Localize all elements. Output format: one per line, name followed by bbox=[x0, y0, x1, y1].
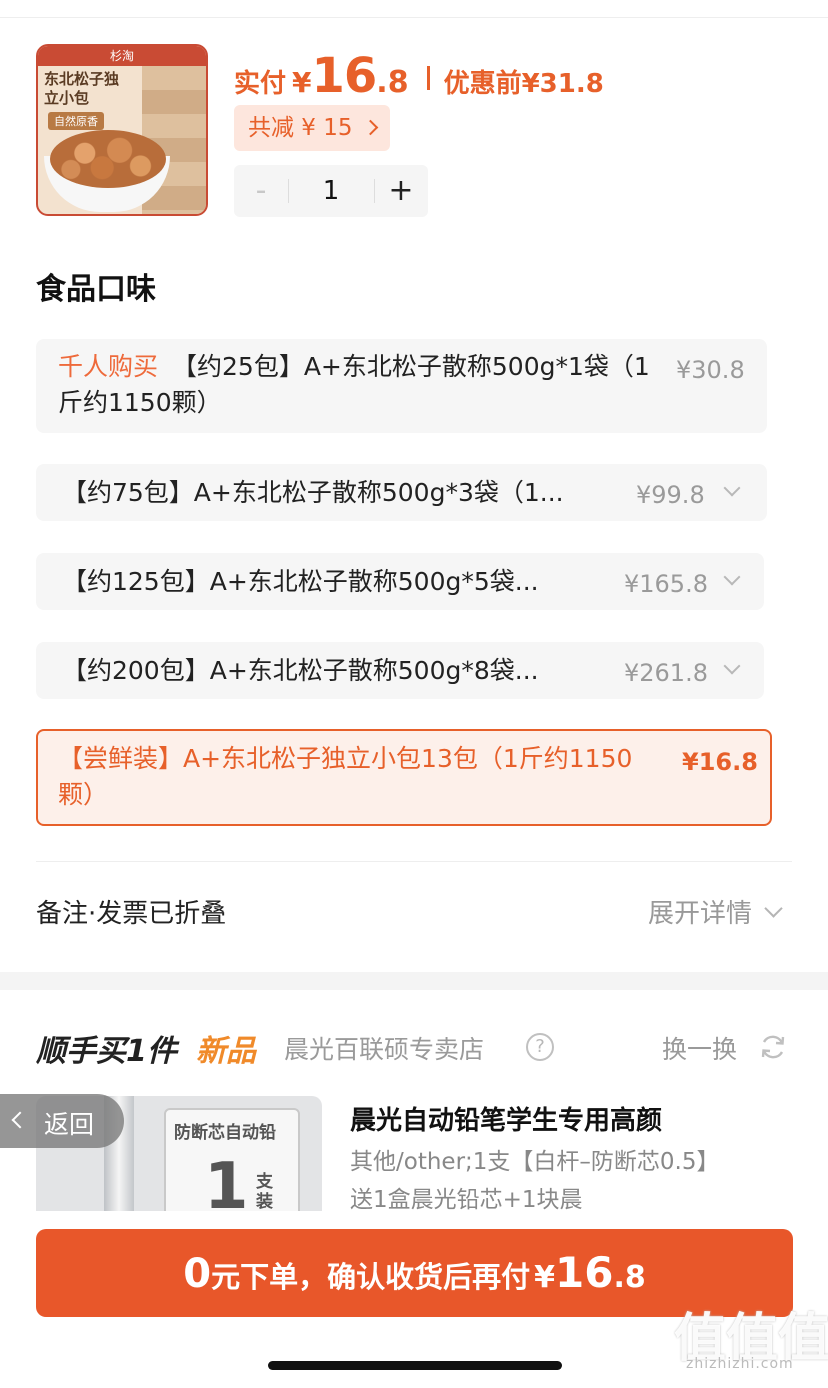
option-price: ¥99.8 bbox=[636, 481, 705, 509]
option-item-selected[interactable]: 【尝鲜装】A+东北松子独立小包13包（1斤约1150颗） ¥16.8 bbox=[36, 729, 772, 826]
chevron-down-icon bbox=[723, 568, 741, 586]
option-item[interactable]: 【约200包】A+东北松子散称500g*8袋... ¥261.8 bbox=[36, 642, 764, 699]
option-label: 【约75包】A+东北松子散称500g*3袋（1... bbox=[62, 478, 564, 507]
option-text: 千人购买 【约25包】A+东北松子散称500g*1袋（1斤约1150颗） bbox=[58, 349, 658, 421]
decrement-button[interactable]: - bbox=[234, 165, 288, 217]
cta-price-int: 16 bbox=[555, 1248, 614, 1297]
price-separator bbox=[426, 66, 430, 90]
upsell-product-spec: 其他/other;1支【白杆–防断芯0.5】送1盒晨光铅芯+1块晨 bbox=[350, 1149, 708, 1213]
back-button[interactable]: 返回 bbox=[0, 1094, 124, 1148]
new-badge: 新品 bbox=[196, 1034, 256, 1069]
option-label: 【尝鲜装】A+东北松子独立小包13包（1斤约1150颗） bbox=[58, 744, 633, 809]
option-label: 【约200包】A+东北松子散称500g*8袋... bbox=[62, 656, 539, 685]
option-item[interactable]: 【约125包】A+东北松子散称500g*5袋... ¥165.8 bbox=[36, 553, 764, 610]
chevron-down-icon[interactable] bbox=[764, 899, 783, 918]
increment-button[interactable]: + bbox=[374, 165, 428, 217]
option-price: ¥30.8 bbox=[676, 356, 745, 384]
section-separator bbox=[0, 972, 828, 990]
expand-details-button[interactable]: 展开详情 bbox=[648, 893, 752, 930]
thumb-nuts bbox=[50, 130, 166, 188]
price-line: 实付 ¥16.8 优惠前¥31.8 bbox=[234, 48, 604, 104]
cta-currency: ¥ bbox=[534, 1260, 555, 1295]
hot-tag: 千人购买 bbox=[58, 352, 159, 381]
before-label: 优惠前 bbox=[443, 69, 522, 99]
chevron-right-icon bbox=[362, 119, 379, 136]
pay-currency: ¥ bbox=[292, 66, 312, 99]
upsell-product-name[interactable]: 晨光自动铅笔学生专用高颜 bbox=[350, 1100, 662, 1137]
package-number: 1 bbox=[204, 1150, 249, 1211]
discount-label: 共减 ¥ 15 bbox=[248, 115, 353, 141]
top-divider bbox=[0, 17, 828, 18]
store-name[interactable]: 晨光百联硕专卖店 bbox=[284, 1030, 484, 1066]
option-item[interactable]: 【约75包】A+东北松子散称500g*3袋（1... ¥99.8 bbox=[36, 464, 767, 521]
home-indicator bbox=[268, 1361, 562, 1370]
chevron-down-icon bbox=[723, 479, 741, 497]
back-label: 返回 bbox=[44, 1110, 95, 1139]
refresh-icon[interactable] bbox=[759, 1033, 787, 1061]
cta-text: 元下单，确认收货后再付 bbox=[211, 1260, 531, 1294]
divider bbox=[36, 861, 792, 862]
watermark-url: zhizhizhi.com bbox=[686, 1356, 794, 1372]
thumb-title: 东北松子独立小包 bbox=[44, 70, 120, 107]
quantity-stepper[interactable]: - 1 + bbox=[234, 165, 428, 217]
chevron-down-icon bbox=[723, 657, 741, 675]
discount-chip[interactable]: 共减 ¥ 15 bbox=[234, 105, 390, 151]
chevron-left-icon bbox=[11, 1111, 29, 1129]
help-circle-icon[interactable]: ? bbox=[526, 1033, 554, 1061]
thumb-tag: 自然原香 bbox=[48, 112, 104, 130]
option-price: ¥165.8 bbox=[624, 570, 708, 598]
pay-price-int: 16 bbox=[311, 48, 378, 104]
option-price: ¥261.8 bbox=[624, 659, 708, 687]
upsell-title: 顺手买1件 bbox=[36, 1034, 177, 1069]
pay-price-dec: .8 bbox=[376, 65, 409, 100]
pencil-package: 防断芯自动铅 1 支装 bbox=[164, 1108, 300, 1211]
thumb-brand: 杉淘 bbox=[109, 49, 134, 63]
option-price: ¥16.8 bbox=[682, 748, 758, 776]
swap-button[interactable]: 换一换 bbox=[662, 1030, 737, 1066]
cta-price-dec: .8 bbox=[613, 1260, 646, 1295]
cta-zero: 0 bbox=[183, 1251, 212, 1297]
option-item[interactable]: 千人购买 【约25包】A+东北松子散称500g*1袋（1斤约1150颗） ¥30.… bbox=[36, 339, 767, 433]
product-thumbnail: 杉淘 东北松子独立小包 自然原香 bbox=[36, 44, 208, 216]
package-unit: 支装 bbox=[256, 1172, 273, 1211]
section-title: 食品口味 bbox=[36, 272, 156, 307]
option-label: 【约125包】A+东北松子散称500g*5袋... bbox=[62, 567, 539, 596]
pay-label: 实付 bbox=[234, 69, 287, 99]
package-caption: 防断芯自动铅 bbox=[174, 1123, 276, 1143]
before-price: ¥31.8 bbox=[521, 69, 604, 99]
quantity-value[interactable]: 1 bbox=[288, 165, 374, 217]
remark-label: 备注·发票已折叠 bbox=[36, 899, 227, 929]
